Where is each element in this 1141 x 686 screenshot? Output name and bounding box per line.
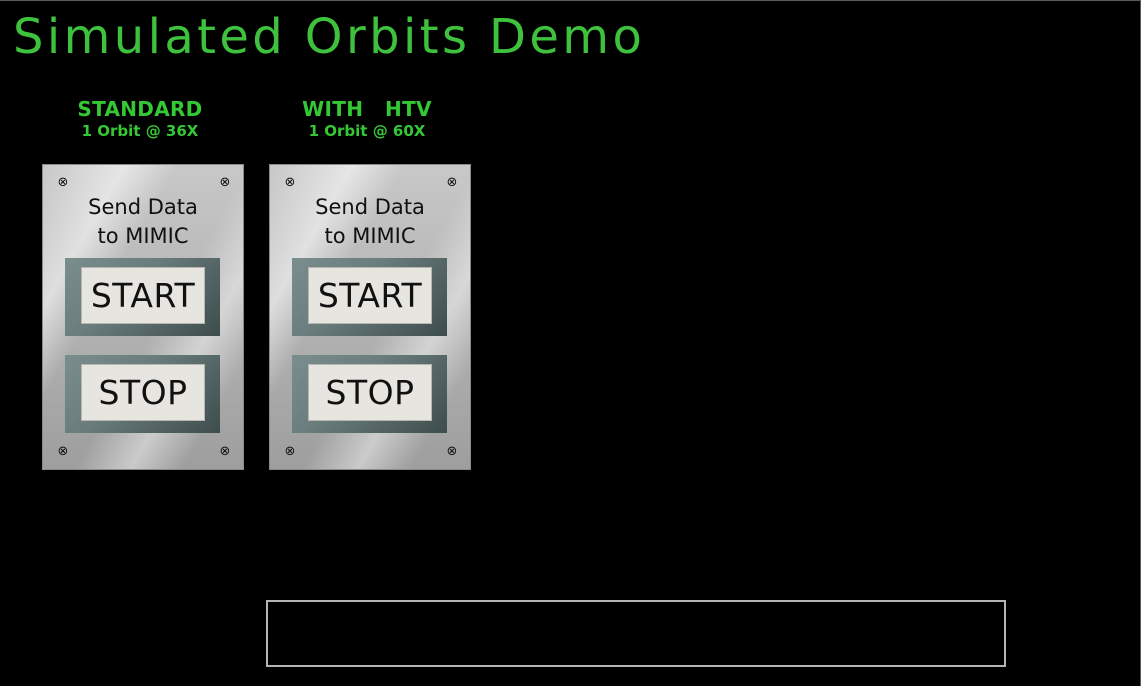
stop-button-label: STOP [81,364,205,421]
stop-button-standard[interactable]: STOP [65,355,220,433]
panel-label: Send Data to MIMIC [270,193,470,251]
screw-icon: ⊗ [57,444,69,459]
screw-icon: ⊗ [446,175,458,190]
screw-icon: ⊗ [284,175,296,190]
stop-button-with-htv[interactable]: STOP [292,355,447,433]
start-button-standard[interactable]: START [65,258,220,336]
panel-label-line1: Send Data [315,195,425,219]
panel-heading-rate: 1 Orbit @ 60X [308,122,426,140]
panel-label-line1: Send Data [88,195,198,219]
panel-heading-title: WITH HTV [302,97,432,121]
panel-heading-standard: STANDARD 1 Orbit @ 36X [40,97,240,140]
start-button-label: START [308,267,432,324]
screw-icon: ⊗ [219,444,231,459]
start-button-with-htv[interactable]: START [292,258,447,336]
screw-icon: ⊗ [57,175,69,190]
screw-icon: ⊗ [446,444,458,459]
panel-heading-with-htv: WITH HTV 1 Orbit @ 60X [267,97,467,140]
page-title: Simulated Orbits Demo [13,9,646,65]
control-panel-standard: ⊗ ⊗ ⊗ ⊗ Send Data to MIMIC START STOP [42,164,244,470]
panel-label: Send Data to MIMIC [43,193,243,251]
panel-heading-rate: 1 Orbit @ 36X [81,122,199,140]
panel-heading-title: STANDARD [77,97,203,121]
screw-icon: ⊗ [284,444,296,459]
stop-button-label: STOP [308,364,432,421]
panel-label-line2: to MIMIC [324,224,416,248]
demo-screen: Simulated Orbits Demo STANDARD 1 Orbit @… [0,0,1141,686]
start-button-label: START [81,267,205,324]
message-box [266,600,1006,667]
control-panel-with-htv: ⊗ ⊗ ⊗ ⊗ Send Data to MIMIC START STOP [269,164,471,470]
screw-icon: ⊗ [219,175,231,190]
panel-label-line2: to MIMIC [97,224,189,248]
